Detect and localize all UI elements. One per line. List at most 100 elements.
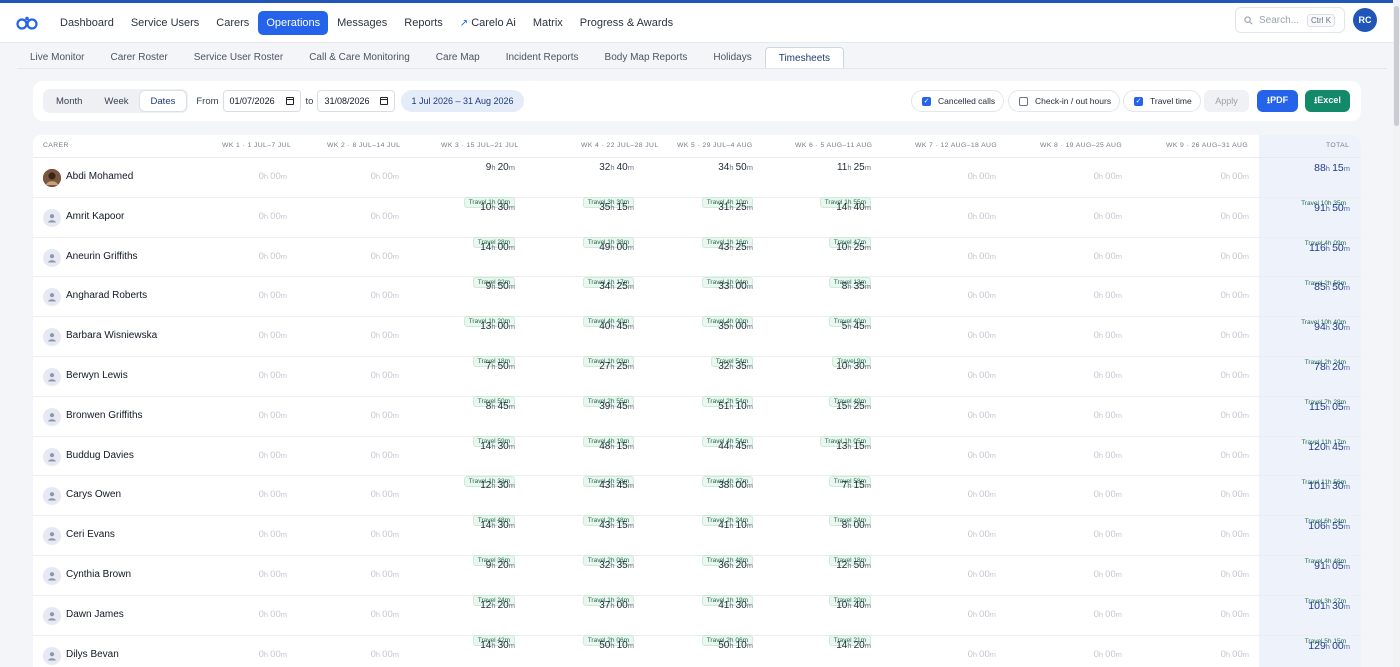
table-row[interactable]: Aneurin Griffiths 0h 00m 0h 00m 14h 00m Trav… [33,238,1361,288]
table-row[interactable]: Berwyn Lewis 0h 00m 0h 00m 7h 50m Travel 50m… [33,357,1361,407]
week-cell: 0h 00m [371,370,399,381]
tab-incident-reports[interactable]: Incident Reports [493,47,592,68]
week-cell: 0h 00m [1221,370,1249,381]
table-row[interactable]: Bronwen Griffiths 0h 00m 0h 00m 8h 45m Trave… [33,397,1361,447]
mode-dates-button[interactable]: Dates [139,91,187,111]
carer-name[interactable]: Angharad Roberts [66,290,147,301]
carer-name[interactable]: Berwyn Lewis [66,370,128,381]
tab-call-care-monitoring[interactable]: Call & Care Monitoring [296,47,423,68]
column-header-week-9: WK 9 · 26 AUG–31 AUG [1166,142,1249,149]
table-row[interactable]: Barbara Wisniewska 0h 00m 0h 00m 13h 00m Tra… [33,317,1361,368]
table-row[interactable]: Carys Owen 0h 00m 0h 00m 12h 30m Travel 48m 4… [33,476,1361,527]
week-cell: 0h 00m [1094,609,1122,620]
from-date-input[interactable]: 01/07/2026 [222,90,301,112]
apply-button[interactable]: Apply [1204,90,1249,112]
timesheet-table: CARER WK 1 · 1 JUL–7 JUL WK 2 · 8 JUL–14 J… [33,135,1361,667]
hours-value: 0h 00m [967,489,996,501]
hours-value: 0h 00m [1220,489,1249,501]
tab-care-map[interactable]: Care Map [423,47,493,68]
tab-carer-roster[interactable]: Carer Roster [97,47,180,68]
travel-time-toggle[interactable]: ✓ Travel time [1123,90,1201,112]
nav-item-matrix[interactable]: Matrix [525,11,571,35]
carer-name[interactable]: Buddug Davies [66,450,134,461]
user-avatar[interactable]: RC [1353,8,1377,32]
week-cell: 0h 00m [1221,330,1249,341]
calendar-icon[interactable] [285,97,294,105]
week-cell: 0h 00m [259,529,287,540]
week-cell: 0h 00m [1221,529,1249,540]
table-row[interactable]: Amrit Kapoor 0h 00m 0h 00m 10h 30m Travel 28… [33,198,1361,248]
export-pdf-button[interactable]: ⭳PDF [1257,90,1298,112]
nav-item-progress-awards[interactable]: Progress & Awards [572,11,681,35]
tab-live-monitor[interactable]: Live Monitor [17,47,97,68]
hours-value: 9h 20m [485,162,515,173]
hours-value: 27h 25m [599,361,634,372]
total-hours-value: 106h 55m [1308,520,1350,533]
table-row[interactable]: Ceri Evans 0h 00m 0h 00m 14h 30m Travel 36m 4… [33,516,1361,567]
nav-item-messages[interactable]: Messages [329,11,395,35]
week-cell: 0h 00m [1221,609,1249,620]
tab-timesheets[interactable]: Timesheets [764,47,845,68]
week-cell: 0h 00m [1094,450,1122,461]
nav-item-reports[interactable]: Reports [396,11,451,35]
check-in-out-checkbox[interactable] [1019,96,1028,106]
cancelled-calls-toggle[interactable]: ✓ Cancelled calls [911,90,1005,112]
hours-value: 35h 00m [718,321,753,333]
nav-item-label: Dashboard [60,16,114,29]
check-in-out-toggle[interactable]: Check-in / out hours [1008,90,1121,112]
table-row[interactable]: Angharad Roberts 0h 00m 0h 00m 9h 50m Travel… [33,277,1361,328]
search-box[interactable]: Search... Ctrl K [1235,7,1345,33]
carer-name[interactable]: Barbara Wisniewska [66,330,157,341]
mode-week-button[interactable]: Week [93,91,139,111]
week-cell: 0h 00m [968,410,996,421]
carer-avatar-icon [43,368,61,386]
hours-value: 0h 00m [1093,370,1122,381]
carer-name[interactable]: Ceri Evans [66,529,115,540]
nav-item-dashboard[interactable]: Dashboard [52,11,122,35]
carer-name[interactable]: Cynthia Brown [66,569,131,580]
carer-name[interactable]: Dilys Bevan [66,649,119,660]
table-row[interactable]: Abdi Mohamed 0h 00m 0h 00m 9h 20m Travel 1h … [33,158,1361,208]
hours-value: 0h 00m [370,489,399,501]
week-cell: 0h 00m [1094,211,1122,222]
nav-item-operations[interactable]: Operations [258,10,329,35]
carer-avatar-icon [43,248,61,267]
carer-name[interactable]: Abdi Mohamed [66,171,133,182]
travel-time-checkbox[interactable]: ✓ [1134,96,1143,106]
carer-name[interactable]: Amrit Kapoor [66,211,124,222]
carer-name[interactable]: Carys Owen [66,489,121,500]
carer-avatar-icon [43,646,61,665]
week-cell: 0h 00m [1221,171,1249,182]
hours-value: 0h 00m [967,409,996,421]
table-row[interactable]: Cynthia Brown 0h 00m 0h 00m 9h 20m Travel 24… [33,556,1361,606]
carer-name[interactable]: Aneurin Griffiths [66,251,138,262]
scrollbar-thumb[interactable] [1394,6,1399,126]
hours-value: 0h 00m [370,210,399,222]
nav-item-carelo-ai[interactable]: ↗ Carelo Ai [452,11,524,35]
total-cell: 129h 00mTravel 24h 00m [1297,640,1350,667]
total-hours-value: 91h 05m [1314,560,1350,572]
nav-item-service-users[interactable]: Service Users [123,11,207,35]
tab-service-user-roster[interactable]: Service User Roster [181,47,296,68]
table-row[interactable]: Dilys Bevan 0h 00m 0h 00m 14h 30mTravel 2h … [33,636,1361,667]
to-date-input[interactable]: 31/08/2026 [317,90,396,112]
table-row[interactable]: Dawn James 0h 00m 0h 00m 12h 20m Travel 42m 3… [33,596,1361,646]
carer-name[interactable]: Dawn James [66,609,124,620]
mode-month-button[interactable]: Month [45,91,93,111]
hours-value: 40h 45m [599,321,634,333]
app-logo-icon[interactable] [16,15,38,31]
nav-item-carers[interactable]: Carers [208,11,257,35]
carer-name[interactable]: Bronwen Griffiths [66,410,143,421]
week-cell: 0h 00m [259,609,287,620]
date-range-pill: 1 Jul 2026 – 31 Aug 2026 [401,90,524,112]
table-row[interactable]: Buddug Davies 0h 00m 0h 00m 14h 30m Travel 1… [33,437,1361,487]
cancelled-calls-checkbox[interactable]: ✓ [922,96,931,106]
week-cell: 0h 00m [968,489,996,500]
export-excel-button[interactable]: ⭳Excel [1305,90,1350,112]
hours-value: 0h 00m [1220,569,1249,580]
hours-value: 7h 15m [841,480,871,492]
calendar-icon[interactable] [380,97,389,105]
column-header-week-2: WK 2 · 8 JUL–14 JUL [327,142,401,149]
tab-holidays[interactable]: Holidays [700,47,764,68]
tab-body-map-reports[interactable]: Body Map Reports [592,47,701,68]
